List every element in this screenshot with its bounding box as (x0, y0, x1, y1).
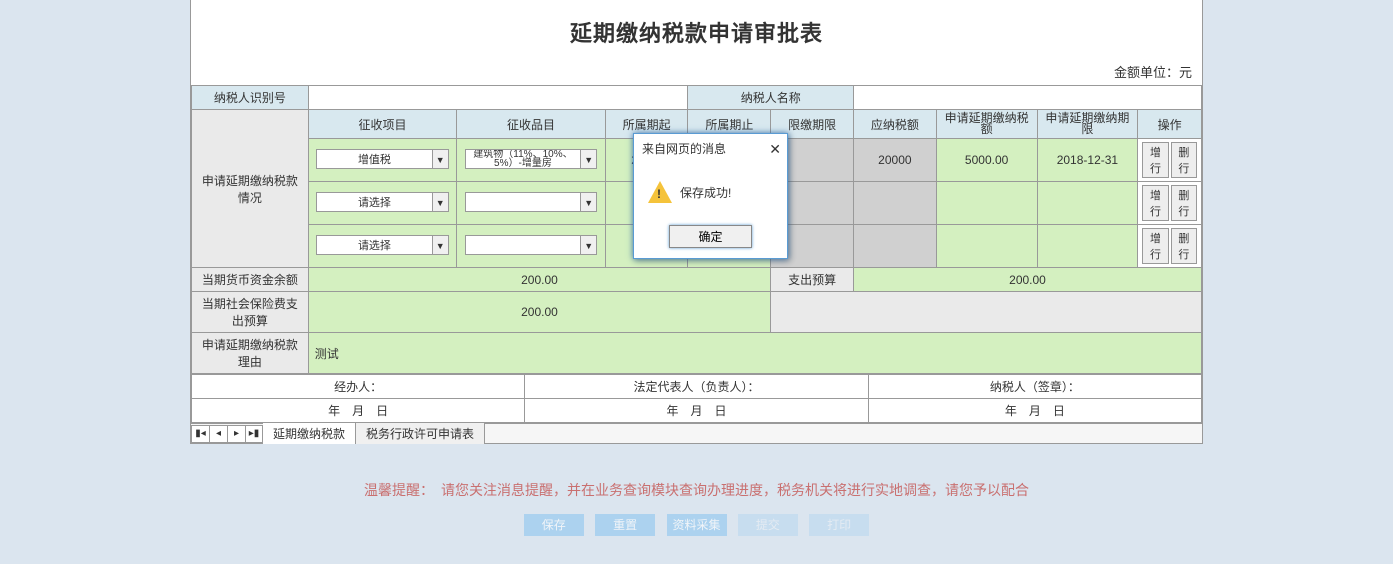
dialog-ok-button[interactable]: 确定 (669, 225, 751, 248)
del-row-button[interactable]: 删行 (1171, 142, 1197, 178)
date-ymd: 年 月 日 (1005, 404, 1065, 418)
print-button[interactable]: 打印 (809, 514, 869, 536)
label-social-insurance: 当期社会保险费支出预算 (192, 292, 309, 333)
sheet-nav-next-icon[interactable]: ▸ (227, 425, 245, 443)
cell-defer-deadline[interactable] (1037, 182, 1138, 225)
del-row-button[interactable]: 删行 (1171, 185, 1197, 221)
sheet-nav-last-icon[interactable]: ▸▮ (245, 425, 263, 443)
dialog-message: 保存成功! (680, 184, 731, 201)
col-item: 征收项目 (308, 110, 457, 139)
cell-tax-due (853, 182, 936, 225)
item-select[interactable]: 请选择 (316, 192, 449, 212)
cell-defer-deadline[interactable]: 2018-12-31 (1037, 139, 1138, 182)
tab-deferred-tax[interactable]: 延期缴纳税款 (263, 423, 356, 444)
hint-text: 温馨提醒： 请您关注消息提醒，并在业务查询模块查询办理进度，税务机关将进行实地调… (0, 480, 1393, 500)
label-taxpayer-name: 纳税人名称 (688, 86, 854, 110)
label-taxpayer-sign: 纳税人（签章）： (990, 380, 1080, 394)
submit-button[interactable]: 提交 (738, 514, 798, 536)
tab-admin-license[interactable]: 税务行政许可申请表 (356, 423, 485, 444)
currency-unit: 金额单位：元 (191, 58, 1202, 85)
add-row-button[interactable]: 增行 (1142, 228, 1168, 264)
col-tax-due: 应纳税额 (853, 110, 936, 139)
collect-button[interactable]: 资料采集 (667, 514, 727, 536)
message-dialog: 来自网页的消息 ✕ 保存成功! 确定 (633, 133, 788, 259)
value-expense-budget[interactable]: 200.00 (853, 268, 1201, 292)
label-preparer: 经办人： (334, 380, 382, 394)
label-cash-balance: 当期货币资金余额 (192, 268, 309, 292)
dialog-title: 来自网页的消息 (642, 140, 726, 157)
col-defer-deadline: 申请延期缴纳期限 (1037, 110, 1138, 139)
cell-defer-amount[interactable]: 5000.00 (936, 139, 1037, 182)
value-social-insurance[interactable]: 200.00 (308, 292, 771, 333)
close-icon[interactable]: ✕ (769, 142, 781, 156)
product-select[interactable] (465, 192, 598, 212)
cell-tax-due: 20000 (853, 139, 936, 182)
value-defer-reason[interactable]: 测试 (308, 333, 1201, 374)
add-row-button[interactable]: 增行 (1142, 185, 1168, 221)
date-ymd: 年 月 日 (328, 404, 388, 418)
value-cash-balance[interactable]: 200.00 (308, 268, 771, 292)
sheet-tabs: ▮◂ ◂ ▸ ▸▮ 延期缴纳税款 税务行政许可申请表 (191, 423, 1202, 443)
item-select[interactable]: 增值税 (316, 149, 449, 169)
value-taxpayer-id (308, 86, 688, 110)
col-product: 征收品目 (457, 110, 606, 139)
label-expense-budget: 支出预算 (771, 268, 854, 292)
label-defer-situation: 申请延期缴纳税款情况 (192, 110, 309, 268)
label-taxpayer-id: 纳税人识别号 (192, 86, 309, 110)
cell-defer-amount[interactable] (936, 182, 1037, 225)
product-select[interactable] (465, 235, 598, 255)
sheet-nav-prev-icon[interactable]: ◂ (209, 425, 227, 443)
date-ymd: 年 月 日 (666, 404, 726, 418)
label-defer-reason: 申请延期缴纳税款理由 (192, 333, 309, 374)
page-title: 延期缴纳税款申请审批表 (191, 0, 1202, 58)
product-select[interactable]: 建筑物（11%、10%、5%）-增量房 (465, 149, 598, 169)
sheet-nav-first-icon[interactable]: ▮◂ (191, 425, 209, 443)
cell-defer-deadline[interactable] (1037, 225, 1138, 268)
col-defer-amount: 申请延期缴纳税额 (936, 110, 1037, 139)
item-select[interactable]: 请选择 (316, 235, 449, 255)
label-legal-rep: 法定代表人（负责人）： (633, 380, 759, 394)
save-button[interactable]: 保存 (524, 514, 584, 536)
warning-icon (648, 181, 672, 203)
add-row-button[interactable]: 增行 (1142, 142, 1168, 178)
blank-cell (771, 292, 1202, 333)
cell-tax-due (853, 225, 936, 268)
value-taxpayer-name (853, 86, 1201, 110)
col-action: 操作 (1138, 110, 1202, 139)
cell-defer-amount[interactable] (936, 225, 1037, 268)
button-bar: 保存 重置 资料采集 提交 打印 (0, 514, 1393, 536)
del-row-button[interactable]: 删行 (1171, 228, 1197, 264)
reset-button[interactable]: 重置 (595, 514, 655, 536)
